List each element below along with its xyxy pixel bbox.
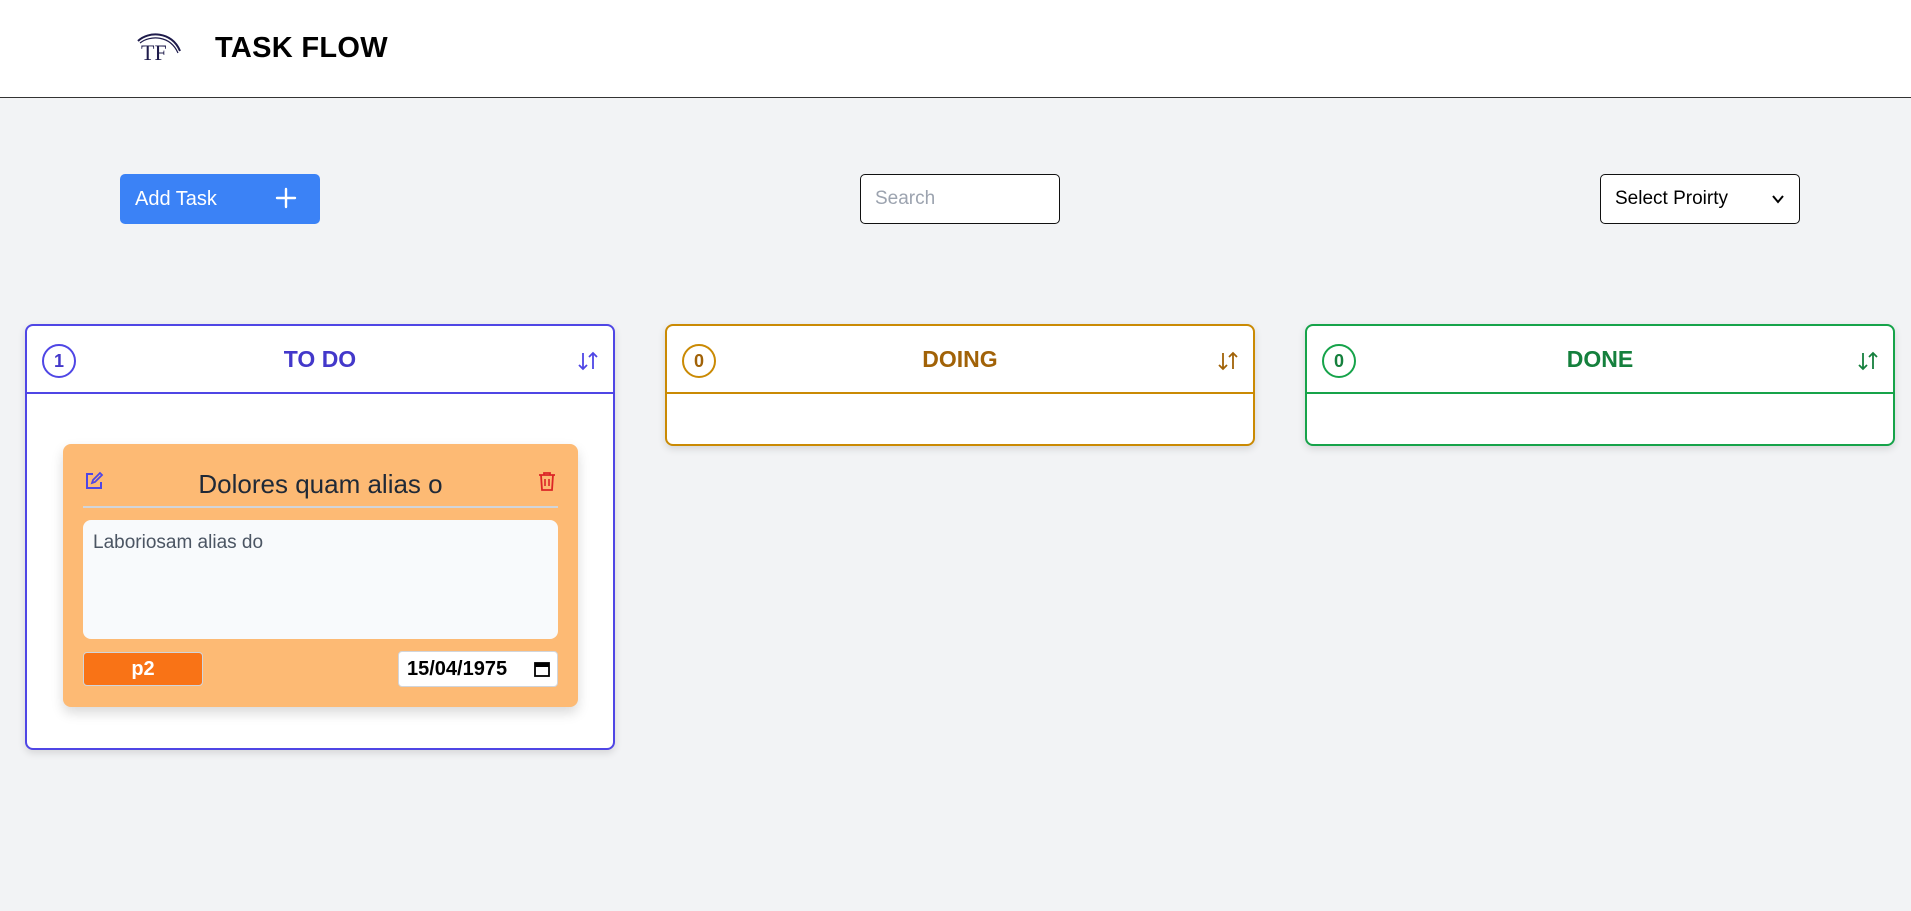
sort-arrows-icon[interactable]	[577, 350, 599, 372]
chevron-down-icon	[1772, 195, 1784, 204]
task-count-badge: 0	[1322, 344, 1356, 378]
column-body	[1307, 394, 1893, 444]
column-header: 1 TO DO	[27, 326, 613, 394]
search-input[interactable]	[860, 174, 1060, 224]
task-count-badge: 1	[42, 344, 76, 378]
column-done: 0 DONE	[1305, 324, 1895, 446]
due-date-input[interactable]: 15/04/1975	[398, 651, 558, 687]
task-card-header: Dolores quam alias o	[83, 462, 558, 508]
add-task-button[interactable]: Add Task	[120, 174, 320, 224]
sort-arrows-icon[interactable]	[1217, 350, 1239, 372]
sort-arrows-icon[interactable]	[1857, 350, 1879, 372]
column-title: DONE	[1566, 345, 1634, 372]
trash-icon[interactable]	[536, 470, 558, 492]
due-date-value: 15/04/1975	[407, 657, 508, 680]
task-description: Laboriosam alias do	[83, 520, 558, 639]
task-count-badge: 0	[682, 344, 716, 378]
logo-icon: TF	[137, 33, 181, 65]
column-title: TO DO	[283, 345, 357, 372]
priority-badge: p2	[83, 652, 203, 686]
column-body	[667, 394, 1253, 444]
priority-select[interactable]: Select Proirty	[1600, 174, 1800, 224]
app-header: TF TASK FLOW	[0, 0, 1911, 98]
priority-select-label: Select Proirty	[1615, 188, 1728, 209]
task-card[interactable]: Dolores quam alias o Laboriosam alias do…	[63, 444, 578, 707]
plus-icon	[275, 187, 297, 209]
column-header: 0 DOING	[667, 326, 1253, 394]
task-title: Dolores quam alias o	[198, 468, 443, 499]
column-doing: 0 DOING	[665, 324, 1255, 446]
edit-icon[interactable]	[83, 470, 105, 492]
column-body: Dolores quam alias o Laboriosam alias do…	[27, 394, 613, 748]
column-title: DOING	[922, 345, 998, 372]
app-title: TASK FLOW	[215, 32, 388, 64]
logo-text: TF	[141, 40, 167, 65]
calendar-icon[interactable]	[533, 660, 551, 678]
column-todo: 1 TO DO Dolores quam alias o Laboriosam …	[25, 324, 615, 750]
column-header: 0 DONE	[1307, 326, 1893, 394]
add-task-label: Add Task	[135, 187, 217, 210]
